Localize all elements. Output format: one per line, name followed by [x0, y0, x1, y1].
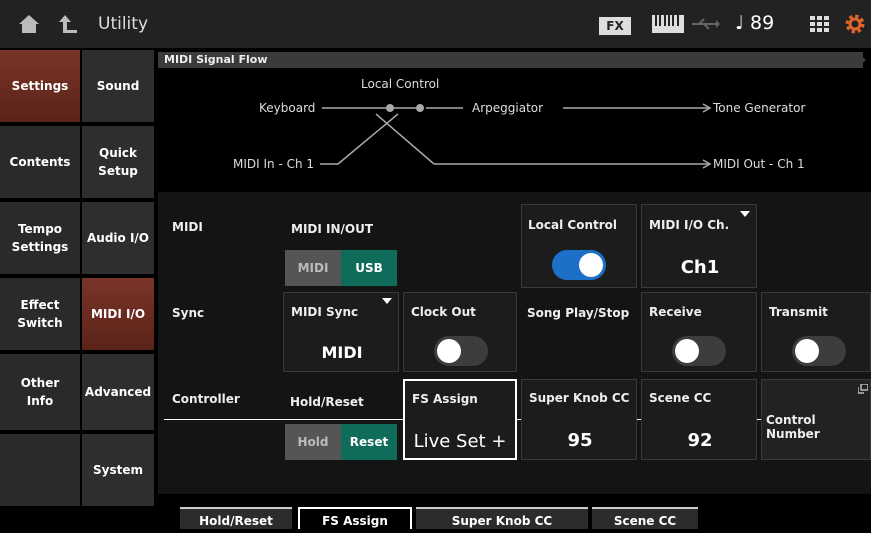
keyboard-icon	[652, 15, 684, 33]
home-icon[interactable]	[18, 14, 40, 34]
receive-label: Receive	[649, 305, 702, 319]
tab-quick-setup[interactable]: Quick Setup	[82, 126, 154, 198]
fs-assign-label: FS Assign	[412, 392, 478, 406]
tab-empty	[0, 434, 80, 506]
tab-effect-switch[interactable]: Effect Switch	[0, 278, 80, 350]
transmit-label: Transmit	[769, 305, 828, 319]
flow-lines	[320, 103, 712, 169]
hold-reset-selector[interactable]: Hold Reset	[285, 424, 397, 460]
bottom-tab-super-knob-cc[interactable]: Super Knob CC	[416, 507, 588, 529]
tab-other-info[interactable]: Other Info	[0, 354, 80, 430]
midi-inout-selector[interactable]: MIDI USB	[285, 250, 397, 286]
usb-icon	[692, 18, 720, 30]
midi-io-ch-value: Ch1	[680, 257, 720, 278]
popup-icon	[858, 384, 868, 394]
midi-sync-label: MIDI Sync	[291, 305, 359, 319]
receive-cell[interactable]: Receive	[641, 292, 757, 372]
tab-midi-io[interactable]: MIDI I/O	[82, 278, 154, 350]
tab-contents[interactable]: Contents	[0, 126, 80, 198]
tab-tempo-settings[interactable]: Tempo Settings	[0, 202, 80, 274]
super-knob-cc-cell[interactable]: Super Knob CC 95	[521, 379, 637, 460]
bottom-tab-hold-reset[interactable]: Hold/Reset	[180, 507, 292, 529]
hold-reset-label: Hold/Reset	[290, 395, 364, 409]
fs-assign-cell[interactable]: FS Assign Live Set +	[403, 379, 517, 460]
song-play-stop-label: Song Play/Stop	[527, 306, 630, 320]
midi-inout-usb-option[interactable]: USB	[341, 250, 397, 286]
receive-toggle[interactable]	[672, 336, 726, 366]
transmit-cell[interactable]: Transmit	[761, 292, 871, 372]
scene-cc-value: 92	[687, 430, 713, 451]
hold-option[interactable]: Hold	[285, 424, 341, 460]
header-bar: Utility FX ♩ 89	[0, 0, 871, 48]
transmit-toggle[interactable]	[792, 336, 846, 366]
midi-sync-value: MIDI	[321, 343, 363, 362]
controller-section-label: Controller	[172, 392, 240, 406]
bottom-tab-scene-cc[interactable]: Scene CC	[592, 507, 698, 529]
midi-io-ch-cell[interactable]: MIDI I/O Ch. Ch1	[641, 204, 757, 288]
fx-badge: FX	[599, 17, 631, 35]
clock-out-label: Clock Out	[411, 305, 476, 319]
clock-out-cell[interactable]: Clock Out	[403, 292, 517, 372]
super-knob-cc-label: Super Knob CC	[529, 391, 630, 405]
sync-section-label: Sync	[172, 306, 205, 320]
bottom-tab-fs-assign[interactable]: FS Assign	[298, 507, 412, 529]
local-control-toggle[interactable]	[552, 250, 606, 280]
dropdown-icon	[740, 211, 750, 217]
tempo-display[interactable]: ♩ 89	[735, 12, 774, 34]
fs-assign-value: Live Set +	[413, 431, 507, 452]
midi-inout-label: MIDI IN/OUT	[291, 222, 374, 236]
tab-sound[interactable]: Sound	[82, 50, 154, 122]
tab-audio-io[interactable]: Audio I/O	[82, 202, 154, 274]
super-knob-cc-value: 95	[567, 430, 593, 451]
scene-cc-label: Scene CC	[649, 391, 712, 405]
dropdown-icon	[382, 298, 392, 304]
tab-settings[interactable]: Settings	[0, 50, 80, 122]
local-control-label: Local Control	[528, 218, 617, 232]
local-control-cell[interactable]: Local Control	[521, 204, 637, 288]
clock-out-toggle[interactable]	[434, 336, 488, 366]
grid-icon[interactable]	[810, 16, 830, 32]
scene-cc-cell[interactable]: Scene CC 92	[641, 379, 757, 460]
control-number-label: Control Number	[766, 413, 820, 441]
up-arrow-icon[interactable]	[56, 13, 78, 35]
tab-advanced[interactable]: Advanced	[82, 354, 154, 430]
control-number-cell[interactable]: Control Number	[761, 379, 871, 460]
gear-icon[interactable]	[844, 13, 866, 35]
tab-system[interactable]: System	[82, 434, 154, 506]
reset-option[interactable]: Reset	[341, 424, 397, 460]
midi-io-ch-label: MIDI I/O Ch.	[649, 218, 730, 232]
page-title: Utility	[98, 14, 149, 34]
midi-inout-midi-option[interactable]: MIDI	[285, 250, 341, 286]
midi-section-label: MIDI	[172, 220, 203, 234]
midi-sync-cell[interactable]: MIDI Sync MIDI	[283, 292, 399, 372]
